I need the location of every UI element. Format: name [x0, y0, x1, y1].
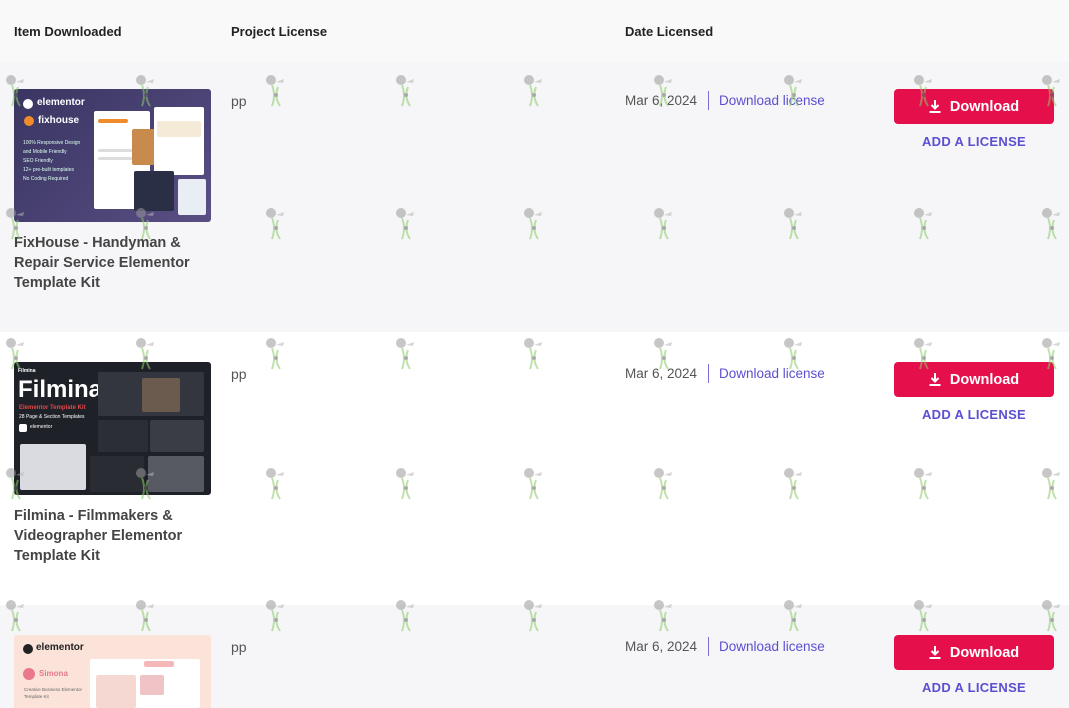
item-title[interactable]: Filmina - Filmmakers & Videographer Elem…	[14, 506, 214, 566]
download-license-link[interactable]: Download license	[719, 93, 825, 108]
thumb-page-preview	[150, 420, 204, 452]
thumb-feature: SEO Friendly	[23, 158, 53, 164]
thumb-subtitle: 28 Page & Section Templates	[19, 414, 85, 420]
thumb-page-preview	[178, 179, 206, 215]
thumb-photo	[134, 171, 174, 211]
thumb-feature: 100% Responsive Design	[23, 140, 81, 146]
add-license-link[interactable]: ADD A LICENSE	[894, 680, 1054, 695]
header-item-downloaded: Item Downloaded	[14, 24, 122, 39]
divider	[708, 91, 709, 110]
thumb-brand: elementor	[30, 424, 53, 430]
table-row: elementor Simona Creative Business Eleme…	[0, 605, 1069, 708]
item-thumbnail[interactable]: Filmina Filmina Elementor Template Kit 2…	[14, 362, 211, 495]
thumb-subtitle: Elementor Template Kit	[19, 405, 86, 411]
thumb-photo	[140, 675, 164, 695]
thumb-product: Filmina	[18, 376, 103, 403]
thumb-photo	[142, 378, 180, 412]
download-button-label: Download	[949, 98, 1020, 115]
download-button[interactable]: Download	[894, 89, 1054, 124]
thumb-photo	[132, 129, 156, 165]
thumb-brand: elementor	[36, 642, 84, 653]
download-icon	[929, 373, 941, 386]
thumb-page-preview	[154, 107, 204, 175]
thumb-page-preview	[20, 444, 86, 490]
thumb-feature: 12+ pre-built templates	[23, 167, 75, 173]
thumb-feature: No Coding Required	[23, 176, 69, 182]
thumb-product: fixhouse	[38, 115, 80, 126]
thumb-subtitle: Template Kit	[24, 694, 49, 699]
item-thumbnail[interactable]: elementor Simona Creative Business Eleme…	[14, 635, 211, 708]
thumb-photo	[96, 675, 136, 708]
thumb-brand: elementor	[37, 97, 85, 108]
thumb-logo: Filmina	[18, 368, 36, 374]
simona-logo-icon	[23, 668, 35, 680]
header-project-license: Project License	[231, 24, 328, 39]
thumb-feature-list: 100% Responsive Design and Mobile Friend…	[23, 139, 80, 184]
download-license-link[interactable]: Download license	[719, 639, 825, 654]
divider	[708, 637, 709, 656]
elementor-logo-icon	[23, 644, 33, 654]
date-licensed: Mar 6, 2024	[625, 639, 698, 654]
date-licensed: Mar 6, 2024	[625, 93, 698, 108]
elementor-logo-icon	[19, 424, 27, 432]
thumb-page-preview	[148, 456, 204, 492]
thumb-decor	[144, 661, 174, 667]
fixhouse-logo-icon	[24, 116, 34, 126]
project-license: pp	[231, 639, 247, 655]
thumb-decor	[98, 119, 128, 123]
table-header: Item Downloaded Project License Date Lic…	[0, 0, 1069, 62]
project-license: pp	[231, 366, 247, 382]
item-thumbnail[interactable]: elementor fixhouse 100% Responsive Desig…	[14, 89, 211, 222]
add-license-link[interactable]: ADD A LICENSE	[894, 134, 1054, 149]
download-button[interactable]: Download	[894, 362, 1054, 397]
date-licensed: Mar 6, 2024	[625, 366, 698, 381]
thumb-subtitle: Creative Business Elementor	[24, 687, 83, 692]
table-row: Filmina Filmina Elementor Template Kit 2…	[0, 332, 1069, 605]
download-button[interactable]: Download	[894, 635, 1054, 670]
download-license-link[interactable]: Download license	[719, 366, 825, 381]
thumb-decor	[157, 121, 201, 137]
item-title[interactable]: FixHouse - Handyman & Repair Service Ele…	[14, 233, 214, 293]
download-icon	[929, 646, 941, 659]
thumb-page-preview	[98, 420, 148, 452]
divider	[708, 364, 709, 383]
download-icon	[929, 100, 941, 113]
project-license: pp	[231, 93, 247, 109]
table-row: elementor fixhouse 100% Responsive Desig…	[0, 62, 1069, 332]
header-date-licensed: Date Licensed	[625, 24, 714, 39]
thumb-page-preview	[90, 456, 144, 492]
elementor-logo-icon	[23, 99, 33, 109]
thumb-product: Simona	[39, 669, 68, 678]
thumb-feature: and Mobile Friendly	[23, 149, 67, 155]
download-button-label: Download	[949, 644, 1020, 661]
download-button-label: Download	[949, 371, 1020, 388]
add-license-link[interactable]: ADD A LICENSE	[894, 407, 1054, 422]
